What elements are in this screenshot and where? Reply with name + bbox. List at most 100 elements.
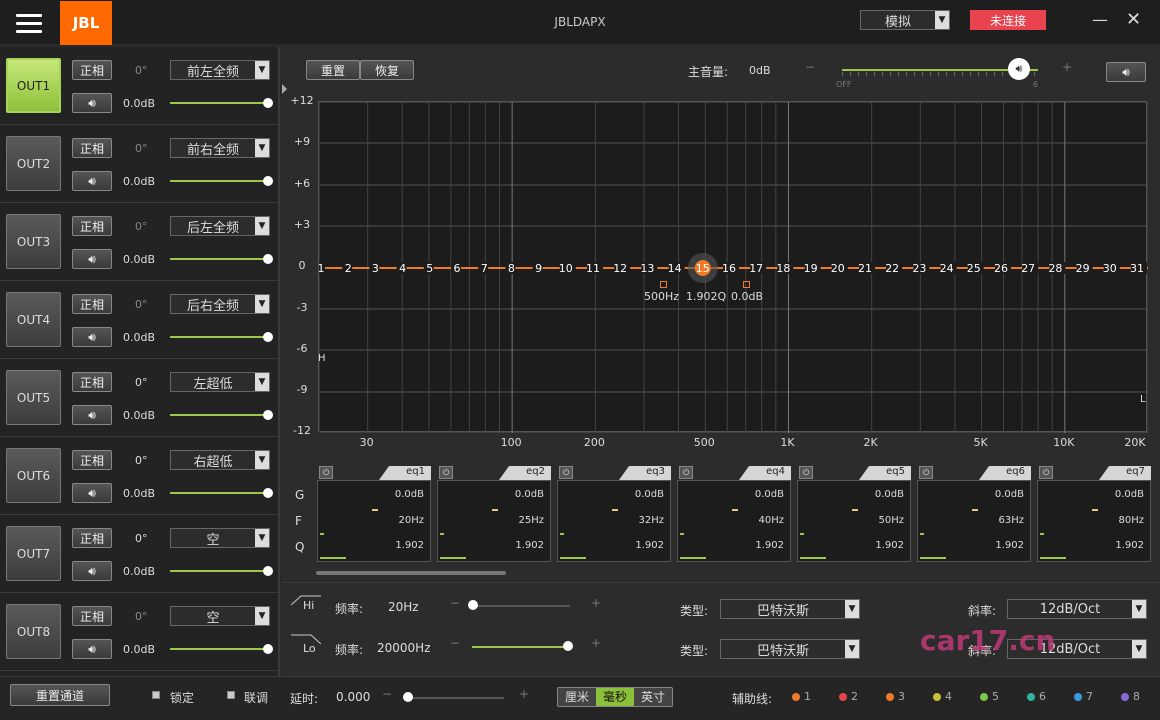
- delay-minus-icon[interactable]: −: [382, 687, 392, 701]
- eq-q-bar[interactable]: [320, 557, 346, 559]
- gain-slider[interactable]: [170, 102, 268, 104]
- hi-slope-select[interactable]: 12dB/Oct ▼: [1007, 599, 1147, 619]
- collapse-arrow-icon[interactable]: [282, 84, 287, 94]
- eq-gain-bar[interactable]: [852, 509, 858, 511]
- lo-freq-slider[interactable]: [472, 646, 570, 648]
- eq-freq-bar[interactable]: [1040, 533, 1044, 535]
- aux-line-toggle[interactable]: 7: [1074, 690, 1093, 703]
- phase-button[interactable]: 正相: [72, 606, 112, 626]
- power-icon[interactable]: ⏻: [559, 466, 573, 479]
- output-select-button[interactable]: OUT6: [6, 448, 61, 503]
- aux-line-toggle[interactable]: 8: [1121, 690, 1140, 703]
- phase-button[interactable]: 正相: [72, 294, 112, 314]
- restore-button[interactable]: 恢复: [360, 60, 414, 80]
- power-icon[interactable]: ⏻: [1039, 466, 1053, 479]
- delay-knob[interactable]: [403, 692, 413, 702]
- output-select-button[interactable]: OUT3: [6, 214, 61, 269]
- channel-select[interactable]: 空 ▼: [170, 606, 270, 626]
- hp-marker[interactable]: H: [318, 353, 326, 364]
- eq-band-tab[interactable]: eq7: [1099, 466, 1151, 480]
- phase-button[interactable]: 正相: [72, 216, 112, 236]
- gain-knob[interactable]: [263, 488, 273, 498]
- unit-option[interactable]: 英寸: [634, 688, 673, 706]
- phase-button[interactable]: 正相: [72, 138, 112, 158]
- hi-freq-knob[interactable]: [468, 600, 478, 610]
- power-icon[interactable]: ⏻: [799, 466, 813, 479]
- eq-gain-bar[interactable]: [372, 509, 378, 511]
- mute-button[interactable]: 🔊︎: [72, 171, 112, 191]
- channel-select[interactable]: 右超低 ▼: [170, 450, 270, 470]
- lo-plus-icon[interactable]: +: [591, 636, 601, 650]
- gain-knob[interactable]: [263, 254, 273, 264]
- eq-gain-bar[interactable]: [612, 509, 618, 511]
- gain-slider[interactable]: [170, 492, 268, 494]
- eq-freq-bar[interactable]: [920, 533, 924, 535]
- phase-button[interactable]: 正相: [72, 450, 112, 470]
- gain-knob[interactable]: [263, 332, 273, 342]
- channel-select[interactable]: 左超低 ▼: [170, 372, 270, 392]
- gain-slider[interactable]: [170, 648, 268, 650]
- eq-freq-bar[interactable]: [440, 533, 444, 535]
- eq-freq-bar[interactable]: [320, 533, 324, 535]
- unit-option[interactable]: 毫秒: [596, 688, 635, 706]
- output-select-button[interactable]: OUT8: [6, 604, 61, 659]
- power-icon[interactable]: ⏻: [439, 466, 453, 479]
- output-select-button[interactable]: OUT7: [6, 526, 61, 581]
- gain-knob[interactable]: [263, 410, 273, 420]
- eq-gain-bar[interactable]: [732, 509, 738, 511]
- eq-band-tab[interactable]: eq4: [739, 466, 791, 480]
- mute-button[interactable]: 🔊︎: [72, 483, 112, 503]
- phase-button[interactable]: 正相: [72, 60, 112, 80]
- gain-slider[interactable]: [170, 414, 268, 416]
- aux-line-toggle[interactable]: 6: [1027, 690, 1046, 703]
- hi-freq-slider[interactable]: [472, 605, 570, 607]
- eq-freq-bar[interactable]: [680, 533, 684, 535]
- mute-button[interactable]: 🔊︎: [72, 639, 112, 659]
- delay-slider[interactable]: [404, 697, 504, 699]
- connection-status-button[interactable]: 未连接: [970, 10, 1046, 30]
- lo-minus-icon[interactable]: −: [450, 636, 460, 650]
- mute-button[interactable]: 🔊︎: [72, 93, 112, 113]
- eq-gain-bar[interactable]: [1092, 509, 1098, 511]
- eq-q-bar[interactable]: [560, 557, 586, 559]
- mute-button[interactable]: 🔊︎: [72, 327, 112, 347]
- eq-graph[interactable]: 1 2 3 4 5 6 7 8 9 10 11 12 13 14 15 16 17 18 19 20 21 22 23 24 2…: [315, 101, 1149, 434]
- eq-gain-bar[interactable]: [492, 509, 498, 511]
- reset-button[interactable]: 重置: [306, 60, 360, 80]
- aux-line-toggle[interactable]: 1: [792, 690, 811, 703]
- gain-knob[interactable]: [263, 98, 273, 108]
- channel-select[interactable]: 前左全频 ▼: [170, 60, 270, 80]
- reset-channel-button[interactable]: 重置通道: [10, 684, 110, 706]
- lp-marker[interactable]: L: [1140, 394, 1146, 405]
- freq-handle[interactable]: [660, 281, 667, 288]
- eq-band-tab[interactable]: eq6: [979, 466, 1031, 480]
- gain-knob[interactable]: [263, 644, 273, 654]
- eq-gain-bar[interactable]: [972, 509, 978, 511]
- output-select-button[interactable]: OUT1: [6, 58, 61, 113]
- gain-knob[interactable]: [263, 176, 273, 186]
- power-icon[interactable]: ⏻: [679, 466, 693, 479]
- close-icon[interactable]: ✕: [1126, 9, 1141, 30]
- aux-line-toggle[interactable]: 5: [980, 690, 999, 703]
- eq-freq-bar[interactable]: [800, 533, 804, 535]
- eq-q-bar[interactable]: [440, 557, 466, 559]
- channel-select[interactable]: 后左全频 ▼: [170, 216, 270, 236]
- gain-slider[interactable]: [170, 336, 268, 338]
- menu-icon[interactable]: [16, 14, 42, 33]
- output-select-button[interactable]: OUT5: [6, 370, 61, 425]
- lo-type-select[interactable]: 巴特沃斯 ▼: [720, 639, 860, 659]
- hi-type-select[interactable]: 巴特沃斯 ▼: [720, 599, 860, 619]
- eq-q-bar[interactable]: [1040, 557, 1066, 559]
- phase-button[interactable]: 正相: [72, 372, 112, 392]
- master-volume-knob[interactable]: 🔊︎: [1008, 58, 1030, 80]
- gain-slider[interactable]: [170, 180, 268, 182]
- lo-freq-knob[interactable]: [563, 641, 573, 651]
- eq-band-tab[interactable]: eq1: [379, 466, 431, 480]
- mute-button[interactable]: 🔊︎: [72, 249, 112, 269]
- eq-q-bar[interactable]: [920, 557, 946, 559]
- eq-q-bar[interactable]: [800, 557, 826, 559]
- eq-q-bar[interactable]: [680, 557, 706, 559]
- master-minus-icon[interactable]: −: [805, 60, 815, 74]
- gain-knob[interactable]: [263, 566, 273, 576]
- mute-button[interactable]: 🔊︎: [72, 561, 112, 581]
